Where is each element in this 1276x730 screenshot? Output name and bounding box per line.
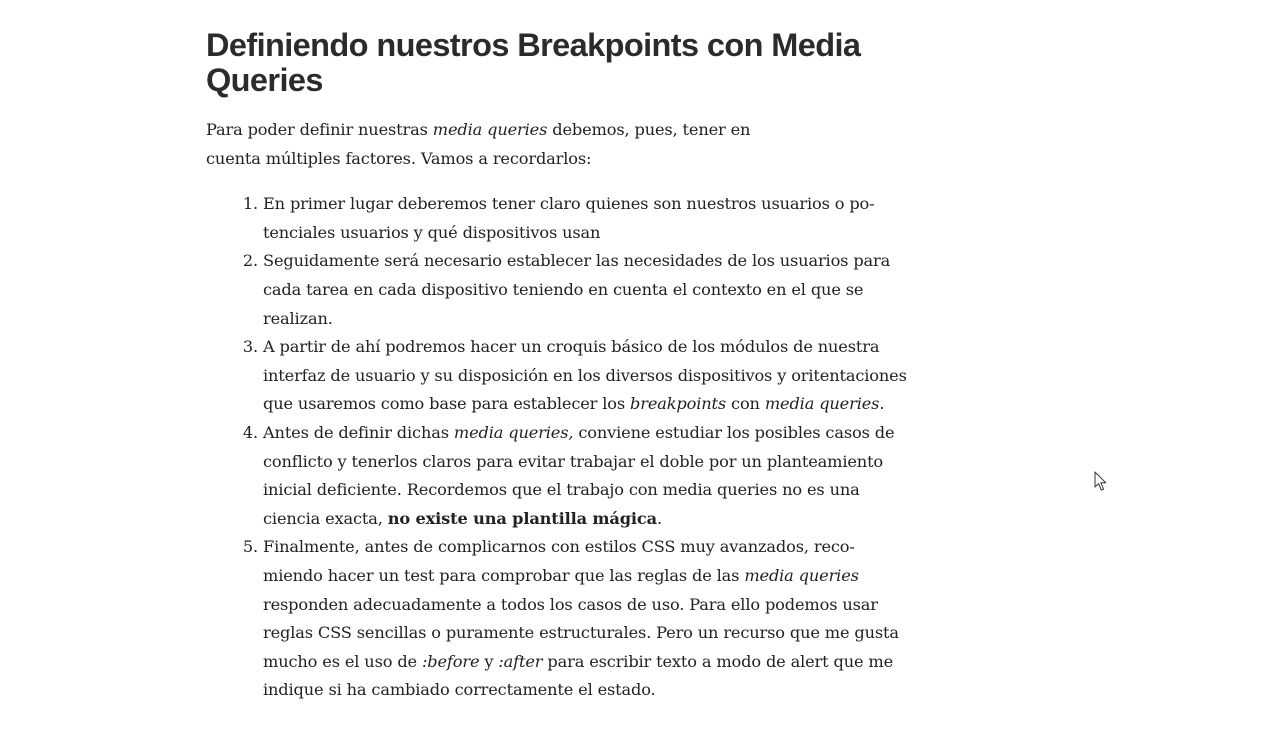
list-item: En primer lugar deberemos tener claro qu… <box>263 190 909 247</box>
list-item-text: . <box>656 508 662 528</box>
intro-text: Para poder definir nuestras <box>206 120 433 139</box>
list-item: Seguidamente será necesario establecer l… <box>263 247 909 333</box>
list-item-text: Seguidamente será necesario establecer l… <box>263 251 891 328</box>
mouse-pointer-icon <box>1094 471 1107 491</box>
list-item-text: En primer lugar deberemos tener claro qu… <box>263 194 875 242</box>
intro-paragraph: Para poder definir nuestras media querie… <box>206 116 781 173</box>
intro-emphasis: media queries <box>432 120 548 139</box>
list-item-emphasis: media queries, <box>453 422 574 442</box>
list-item-text: . <box>879 394 885 414</box>
list-item-emphasis: media queries <box>764 394 880 414</box>
list-item-emphasis: :after <box>498 651 543 671</box>
list-item-text: con <box>726 394 765 414</box>
factors-list: En primer lugar deberemos tener claro qu… <box>206 190 926 705</box>
section-heading: Definiendo nuestros Breakpoints con Medi… <box>206 27 861 98</box>
list-item-emphasis: :before <box>421 651 480 671</box>
list-item: Finalmente, antes de complicarnos con es… <box>263 533 909 705</box>
list-item-emphasis: breakpoints <box>630 394 727 414</box>
list-item: A partir de ahí podremos hacer un croqui… <box>263 333 909 419</box>
article-content: Definiendo nuestros Breakpoints con Medi… <box>206 28 926 705</box>
list-item-text: y <box>479 651 499 671</box>
list-item-text: Antes de definir dichas <box>263 422 454 442</box>
list-item-emphasis: media queries <box>744 565 859 585</box>
list-item-strong: no existe una plantilla mágica <box>387 508 657 528</box>
list-item: Antes de definir dichas media queries, c… <box>263 419 909 533</box>
